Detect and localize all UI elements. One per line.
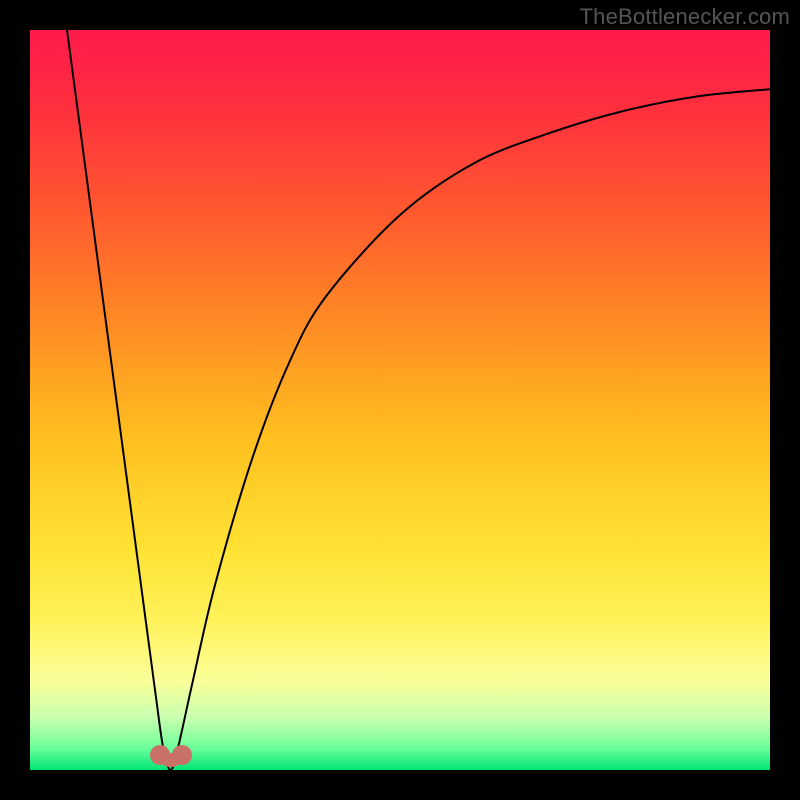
bottleneck-curve [30, 30, 770, 770]
watermark-text: TheBottlenecker.com [580, 4, 790, 30]
plot-area [30, 30, 770, 770]
chart-frame: TheBottlenecker.com [0, 0, 800, 800]
